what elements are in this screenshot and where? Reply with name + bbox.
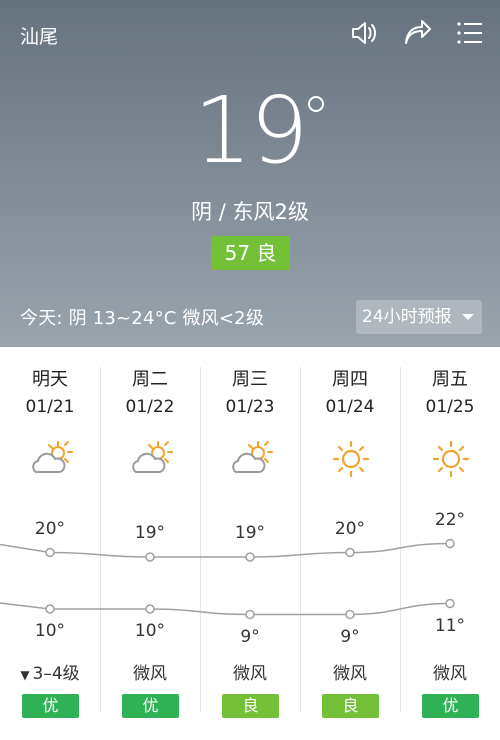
partly-cloudy-icon	[128, 439, 174, 479]
forecast-wind-text: 微风	[233, 664, 267, 684]
degree-symbol-icon	[308, 96, 324, 112]
forecast-wind: 微风	[400, 659, 500, 684]
sun-icon	[428, 439, 474, 479]
forecast-day: 周四	[332, 369, 368, 390]
condition-text: 阴 / 东风2级	[191, 200, 309, 224]
forecast-date: 01/25	[425, 397, 475, 417]
forecast-day-column[interactable]: 周五 01/25 22° 11° 微风优	[400, 347, 500, 740]
forecast-day-column[interactable]: 明天 01/21 20° 10° ▼ 3–4级优	[0, 347, 100, 740]
forecast-day: 明天	[32, 369, 68, 390]
forecast-date: 01/22	[125, 397, 175, 417]
forecast-high: 19°	[134, 523, 166, 543]
forecast-low: 10°	[134, 621, 166, 641]
forecast-low: 9°	[340, 626, 360, 647]
forecast-wind-text: 微风	[333, 664, 367, 684]
menu-icon[interactable]	[455, 18, 485, 48]
forecast-wind-text: 微风	[433, 664, 467, 684]
forecast-wind: 微风	[200, 659, 300, 684]
forecast-wind-text: 3–4级	[32, 664, 80, 684]
forecast-low: 9°	[240, 626, 260, 647]
forecast-aqi-badge: 优	[122, 694, 179, 718]
hourly-forecast-button[interactable]: 24小时预报	[356, 300, 482, 334]
forecast-day: 周三	[232, 369, 268, 390]
forecast-day: 周五	[432, 369, 468, 390]
forecast-day-column[interactable]: 周三 01/23 19° 9° 微风良	[200, 347, 300, 740]
forecast-low: 11°	[434, 615, 466, 636]
today-summary: 今天: 阴 13~24°C 微风<2级	[20, 308, 265, 329]
wind-direction-icon: ▼	[20, 668, 30, 682]
forecast-aqi-badge: 良	[222, 694, 279, 718]
forecast-aqi-badge: 良	[322, 694, 379, 718]
forecast-day-column[interactable]: 周二 01/22 19° 10° 微风优	[100, 347, 200, 740]
forecast-date: 01/24	[325, 397, 375, 417]
forecast-wind-text: 微风	[133, 664, 167, 684]
forecast-day: 周二	[132, 369, 168, 390]
forecast-day-column[interactable]: 周四 01/24 20° 9° 微风良	[300, 347, 400, 740]
forecast-date: 01/23	[225, 397, 275, 417]
forecast-wind: ▼ 3–4级	[0, 659, 100, 684]
forecast-high: 22°	[434, 509, 466, 530]
forecast-low: 10°	[34, 621, 66, 641]
share-icon[interactable]	[402, 18, 432, 48]
five-day-forecast: 明天 01/21 20° 10° ▼ 3–4级优周二 01/22 19° 10° 微风优周三 01/…	[0, 347, 500, 740]
sun-icon	[328, 439, 374, 479]
hourly-forecast-label: 24小时预报	[362, 307, 452, 327]
current-temperature: 19	[0, 76, 500, 186]
caret-down-icon	[462, 314, 474, 320]
aqi-badge[interactable]: 57 良	[211, 236, 290, 270]
speaker-icon[interactable]	[348, 18, 378, 48]
forecast-date: 01/21	[25, 397, 75, 417]
partly-cloudy-icon	[28, 439, 74, 479]
forecast-wind: 微风	[300, 659, 400, 684]
forecast-aqi-badge: 优	[22, 694, 79, 718]
city-name[interactable]: 汕尾	[20, 22, 58, 49]
forecast-wind: 微风	[100, 659, 200, 684]
partly-cloudy-icon	[228, 439, 274, 479]
forecast-high: 20°	[334, 518, 366, 539]
current-weather-panel: 汕尾 19 阴 / 东风2级 57 良 今天: 阴 13~24°C 微风<2级 …	[0, 0, 500, 347]
temperature-value: 19	[193, 77, 308, 184]
forecast-aqi-badge: 优	[422, 694, 479, 718]
forecast-high: 20°	[34, 518, 66, 539]
forecast-high: 19°	[234, 523, 266, 543]
